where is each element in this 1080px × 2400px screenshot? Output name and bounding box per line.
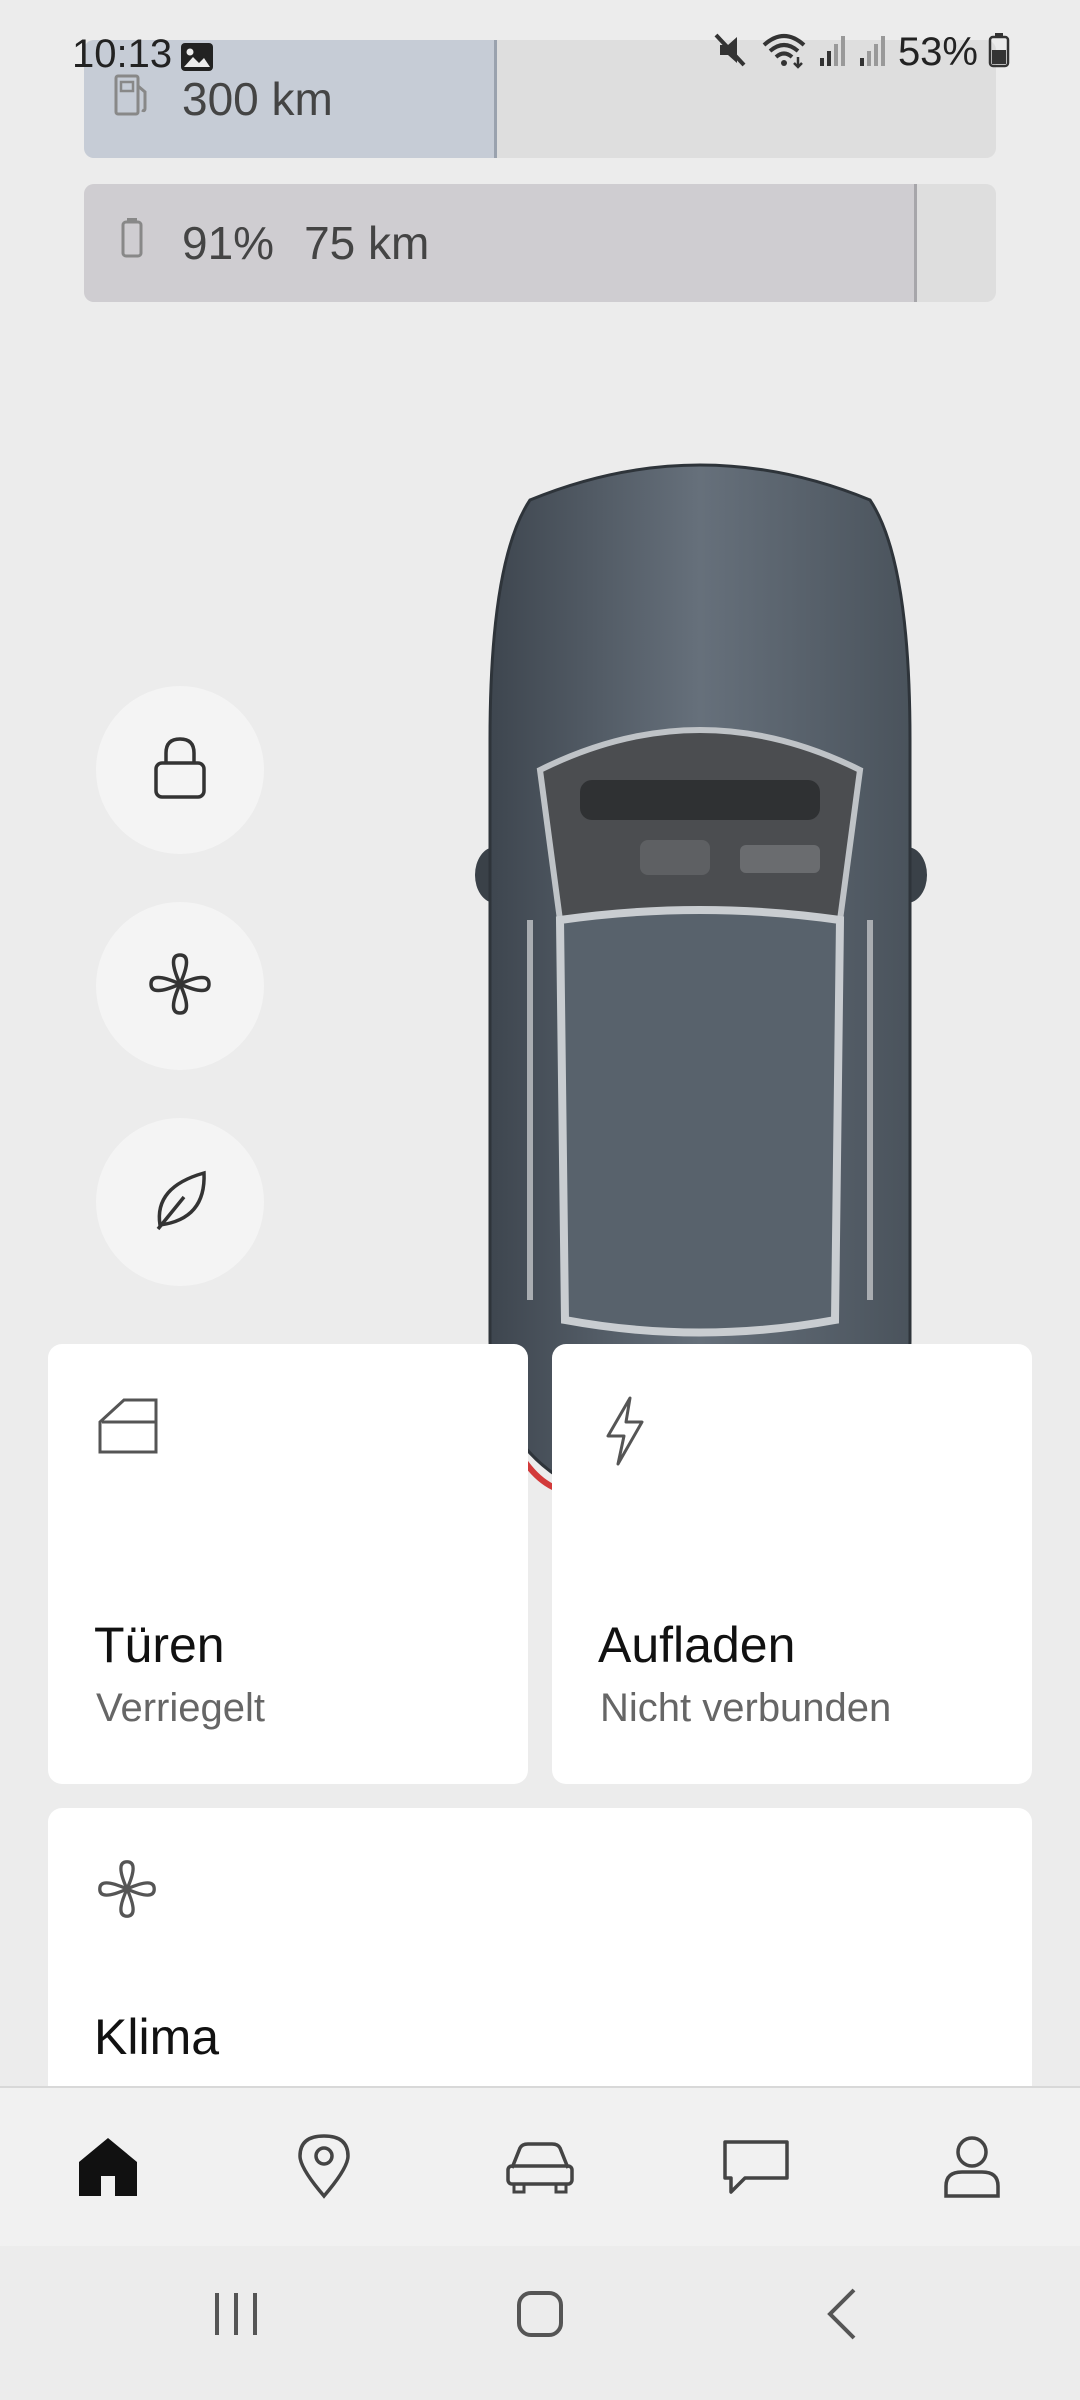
nav-home[interactable] [0,2088,216,2248]
status-time: 10:13 [72,32,173,76]
fan-icon [147,951,213,1022]
status-bar: 10:13 53% [0,0,1080,110]
signal-icon [818,32,848,73]
battery-percent-value: 91% [182,217,275,269]
doors-card[interactable]: Türen Verriegelt [48,1344,528,1784]
doors-title: Türen [94,1617,225,1673]
person-icon [942,2132,1002,2205]
climate-title: Klima [94,2009,220,2065]
wifi-icon [760,31,808,74]
fan-icon [96,1858,158,1925]
roof [555,906,845,1337]
leaf-icon [150,1167,210,1238]
climate-card[interactable]: Klima [48,1808,1032,2108]
home-icon [75,2134,141,2203]
lock-icon [150,733,210,808]
recent-apps-icon [211,2291,261,2342]
status-icons: 53% [710,30,1010,75]
battery-range-bar[interactable]: 91% 75 km [84,184,996,302]
gallery-icon [180,42,214,77]
eco-button[interactable] [96,1118,264,1286]
recent-apps-button[interactable] [166,2266,306,2366]
home-square-icon [515,2289,565,2344]
charging-title: Aufladen [598,1617,796,1673]
climate-button[interactable] [96,902,264,1070]
home-system-button[interactable] [470,2266,610,2366]
nav-map[interactable] [216,2088,432,2248]
nav-car[interactable] [432,2088,648,2248]
bottom-nav [0,2086,1080,2248]
nav-messages[interactable] [648,2088,864,2248]
signal-icon [858,32,888,73]
windshield [536,727,864,924]
mute-icon [710,31,750,74]
lightning-icon [600,1396,650,1471]
door-icon [96,1396,160,1461]
lock-button[interactable] [96,686,264,854]
nav-profile[interactable] [864,2088,1080,2248]
car-icon [504,2138,576,2199]
system-nav-bar [0,2246,1080,2400]
doors-status: Verriegelt [96,1686,265,1730]
charging-status: Nicht verbunden [600,1686,892,1730]
battery-icon [112,214,152,273]
map-pin-icon [296,2132,352,2205]
back-chevron-icon [822,2286,862,2347]
battery-range-value: 75 km [304,217,430,269]
battery-percent: 53% [897,30,978,74]
battery-icon [988,32,1010,73]
back-button[interactable] [772,2266,912,2366]
charging-card[interactable]: Aufladen Nicht verbunden [552,1344,1032,1784]
chat-icon [721,2136,791,2201]
